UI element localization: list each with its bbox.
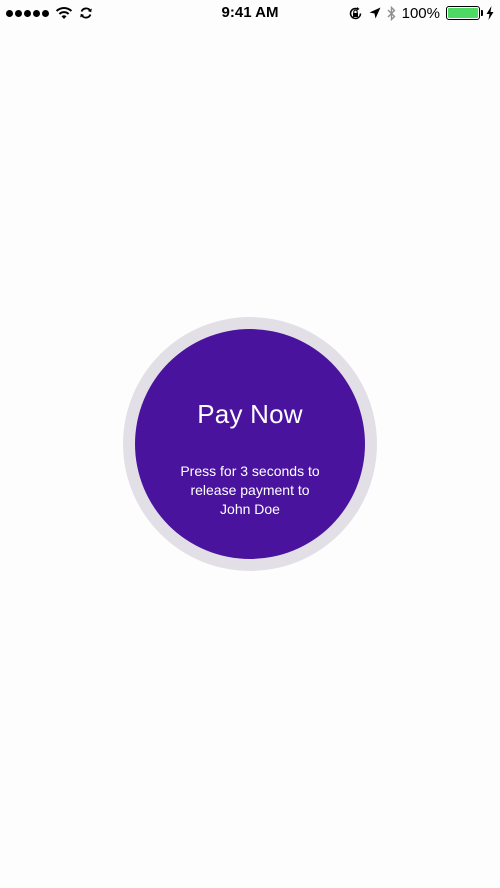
status-bar-right: 100% — [348, 0, 494, 26]
battery-icon — [446, 6, 483, 20]
location-arrow-icon — [369, 7, 381, 19]
bluetooth-icon — [387, 5, 396, 21]
battery-percent: 100% — [401, 4, 440, 22]
charging-bolt-icon — [486, 6, 494, 20]
status-bar-left — [6, 0, 93, 26]
signal-dot — [24, 9, 31, 17]
status-bar: 9:41 AM 100% — [0, 0, 500, 26]
orientation-lock-icon — [348, 6, 363, 21]
pay-now-subtitle: Press for 3 seconds to release payment t… — [180, 463, 320, 517]
signal-dot — [6, 9, 13, 17]
battery-fill — [448, 8, 478, 18]
pay-now-button[interactable]: Pay Now Press for 3 seconds to release p… — [135, 329, 365, 559]
sync-icon — [79, 6, 93, 20]
pay-button-ring: Pay Now Press for 3 seconds to release p… — [123, 317, 377, 571]
battery-cap — [481, 10, 483, 16]
signal-dot — [42, 9, 49, 17]
pay-now-title: Pay Now — [197, 399, 303, 429]
screen: 9:41 AM 100% Pay Now Press for 3 seconds… — [0, 0, 500, 888]
signal-dot — [33, 9, 40, 17]
signal-dot — [15, 9, 22, 17]
wifi-icon — [55, 6, 73, 20]
signal-dots-icon — [6, 9, 49, 17]
